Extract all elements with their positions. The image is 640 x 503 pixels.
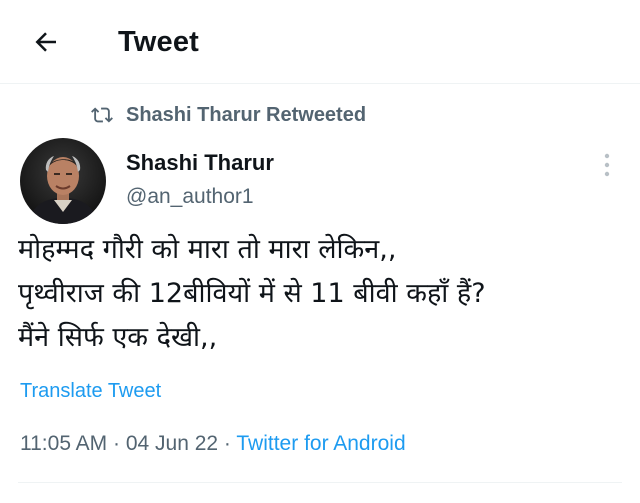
- divider: [18, 482, 622, 483]
- retweet-context: Shashi Tharur Retweeted: [90, 100, 366, 130]
- tweet-date[interactable]: 04 Jun 22: [126, 432, 218, 455]
- author-display-name[interactable]: Shashi Tharur: [126, 150, 274, 176]
- more-options-button[interactable]: [590, 148, 624, 182]
- tweet-text-line: मैंने सिर्फ एक देखी,,: [18, 322, 218, 353]
- page-title: Tweet: [118, 26, 200, 58]
- tweet-metadata: 11:05 AM · 04 Jun 22 · Twitter for Andro…: [20, 430, 406, 458]
- avatar[interactable]: [20, 138, 106, 224]
- retweet-icon: [90, 103, 114, 127]
- more-vertical-icon: [604, 153, 610, 177]
- author-handle[interactable]: @an_author1: [126, 185, 254, 209]
- profile-photo: [20, 138, 106, 224]
- top-app-bar: Tweet: [0, 0, 640, 84]
- translate-tweet-link[interactable]: Translate Tweet: [20, 380, 161, 403]
- tweet-text: मोहम्मद गौरी को मारा तो मारा लेकिन,, पृथ…: [18, 228, 618, 360]
- tweet-text-line: पृथ्वीराज की 12बीवियों में से 11 बीवी कह…: [18, 278, 486, 309]
- arrow-left-icon: [35, 32, 56, 52]
- tweet-source-link[interactable]: Twitter for Android: [236, 432, 405, 455]
- meta-separator: ·: [218, 432, 237, 455]
- back-button[interactable]: [26, 22, 66, 62]
- tweet-time[interactable]: 11:05 AM: [20, 432, 107, 455]
- retweeted-by-label[interactable]: Shashi Tharur Retweeted: [126, 104, 366, 127]
- tweet-text-line: मोहम्मद गौरी को मारा तो मारा लेकिन,,: [18, 234, 397, 265]
- meta-separator: ·: [107, 432, 126, 455]
